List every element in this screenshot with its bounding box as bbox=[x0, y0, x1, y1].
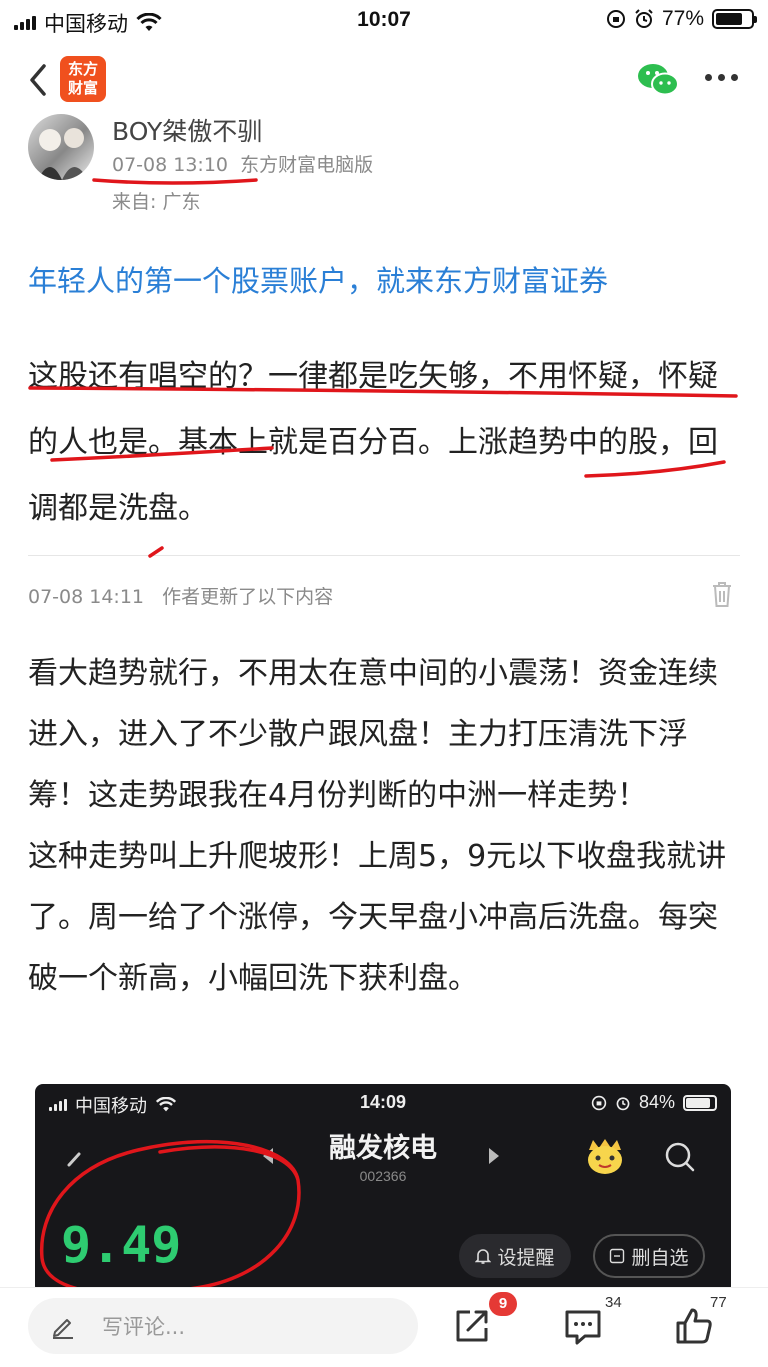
rotation-lock-icon bbox=[591, 1095, 607, 1110]
like-count: 77 bbox=[710, 1294, 727, 1311]
nav-bar: 东方 财富 bbox=[0, 40, 768, 120]
wechat-share-icon[interactable] bbox=[636, 60, 680, 100]
more-options-icon[interactable] bbox=[705, 74, 738, 81]
update-label: 作者更新了以下内容 bbox=[162, 586, 334, 608]
update-paragraph: 看大趋势就行，不用太在意中间的小震荡！资金连续进入，进入了不少散户跟风盘！主力打… bbox=[28, 656, 718, 813]
post-text: 这股还有唱空的？一律都是吃矢够，不用怀疑，怀疑的人也是。基本上就是百分百。上涨趋… bbox=[28, 359, 718, 526]
stock-price: 9.49 bbox=[61, 1216, 182, 1274]
update-text: 看大趋势就行，不用太在意中间的小震荡！资金连续进入，进入了不少散户跟风盘！主力打… bbox=[28, 643, 740, 1009]
embedded-screenshot[interactable]: 中国移动 14:09 84% 融发核电 002366 9.49 设提醒 删自选 bbox=[35, 1084, 731, 1294]
author-header: BOY桀傲不驯 07-08 13:10 东方财富电脑版 来自: 广东 bbox=[28, 112, 728, 222]
comment-input[interactable]: 写评论... bbox=[28, 1298, 418, 1354]
update-paragraph: 这种走势叫上升爬坡形！上周5，9元以下收盘我就讲了。周一给了个涨停，今天早盘小冲… bbox=[28, 839, 727, 996]
post-date: 07-08 13:10 bbox=[112, 154, 229, 176]
pencil-icon bbox=[53, 1319, 73, 1339]
bell-icon bbox=[475, 1249, 492, 1264]
comment-count: 34 bbox=[605, 1294, 622, 1311]
embed-battery-percent: 84% bbox=[638, 1092, 675, 1112]
update-header: 07-08 14:11 作者更新了以下内容 bbox=[28, 582, 740, 609]
update-date: 07-08 14:11 bbox=[28, 586, 145, 608]
back-icon[interactable] bbox=[24, 60, 52, 100]
search-icon bbox=[665, 1142, 695, 1172]
comment-placeholder: 写评论... bbox=[102, 1315, 186, 1339]
promo-link[interactable]: 年轻人的第一个股票账户，就来东方财富证券 bbox=[28, 258, 608, 300]
alarm-icon bbox=[616, 1096, 630, 1110]
battery-percent: 77% bbox=[661, 7, 704, 30]
post-meta: 07-08 13:10 东方财富电脑版 bbox=[112, 150, 373, 177]
thumbs-up-icon[interactable] bbox=[674, 1306, 714, 1346]
divider bbox=[28, 555, 740, 556]
mascot-icon bbox=[588, 1139, 622, 1174]
share-icon[interactable] bbox=[452, 1306, 492, 1346]
status-bar: 中国移动 10:07 77% bbox=[0, 0, 768, 40]
post-location: 来自: 广东 bbox=[112, 191, 201, 213]
app-logo[interactable]: 东方 财富 bbox=[60, 56, 106, 102]
next-stock-icon bbox=[489, 1148, 499, 1164]
rotation-lock-icon bbox=[606, 10, 625, 28]
trash-icon[interactable] bbox=[710, 580, 734, 608]
remove-watchlist-button: 删自选 bbox=[593, 1234, 705, 1278]
set-alert-button: 设提醒 bbox=[459, 1234, 571, 1278]
bottom-action-bar: 写评论... 9 34 77 bbox=[0, 1287, 768, 1367]
share-badge: 9 bbox=[489, 1292, 517, 1316]
battery-icon bbox=[683, 1094, 717, 1111]
embed-status-bar: 中国移动 14:09 84% bbox=[35, 1092, 731, 1118]
author-name[interactable]: BOY桀傲不驯 bbox=[112, 112, 262, 148]
minus-box-icon bbox=[610, 1248, 625, 1264]
post-source: 东方财富电脑版 bbox=[240, 154, 374, 176]
battery-icon bbox=[712, 9, 757, 29]
avatar[interactable] bbox=[28, 114, 94, 180]
alarm-icon bbox=[635, 9, 653, 28]
comment-icon[interactable] bbox=[563, 1306, 603, 1346]
